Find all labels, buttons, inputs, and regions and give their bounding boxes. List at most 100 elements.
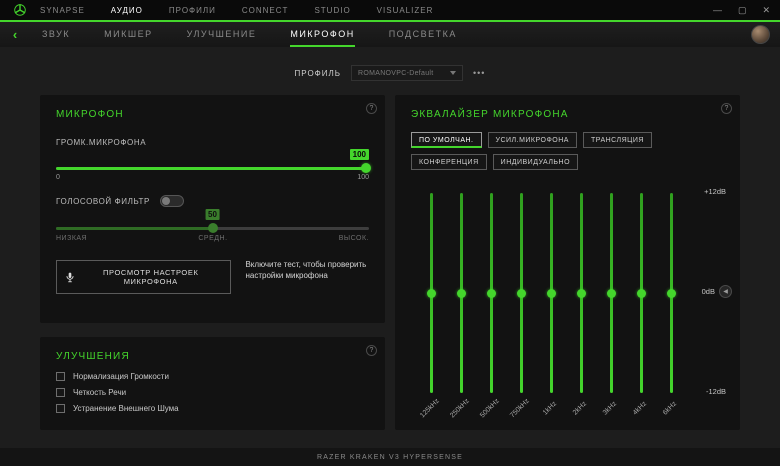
collapse-left-icon[interactable]: ◀ [719, 285, 732, 298]
eq-band-125hz[interactable]: 125kHz [417, 193, 445, 393]
eq-knob[interactable] [547, 289, 556, 298]
mic-test-hint: Включите тест, чтобы проверить настройки… [245, 260, 369, 282]
checkbox-label: Четкость Речи [73, 388, 126, 397]
checkbox-row-noise-cancellation[interactable]: Устранение Внешнего Шума [56, 404, 369, 413]
checkbox-label: Нормализация Громкости [73, 372, 169, 381]
mic-equalizer-panel: ЭКВАЛАЙЗЕР МИКРОФОНА ? ПО УМОЛЧАН. УСИЛ.… [395, 95, 740, 430]
filter-badge-row: 50 [56, 209, 369, 223]
menu-item-connect[interactable]: CONNECT [242, 6, 289, 15]
back-chevron-icon[interactable]: ‹ [0, 28, 30, 41]
eq-band-6khz[interactable]: 6kHz [657, 193, 685, 393]
menu-item-profiles[interactable]: ПРОФИЛИ [169, 6, 216, 15]
nav-tabs: ЗВУК МИКШЕР УЛУЧШЕНИЕ МИКРОФОН ПОДСВЕТКА [42, 22, 457, 47]
eq-knob[interactable] [607, 289, 616, 298]
tick-mid: СРЕДН. [198, 235, 227, 242]
mic-volume-badge-row: 100 [56, 149, 369, 163]
profile-more-button[interactable]: ••• [473, 68, 485, 78]
mic-volume-slider-fill [56, 167, 369, 170]
mic-volume-slider-knob[interactable] [361, 163, 371, 173]
menu-item-audio[interactable]: АУДИО [111, 6, 143, 15]
eq-knob[interactable] [517, 289, 526, 298]
tab-lighting[interactable]: ПОДСВЕТКА [389, 22, 457, 47]
window-controls: — ▢ ✕ [713, 0, 770, 20]
mic-volume-value-badge: 100 [350, 149, 369, 160]
tab-sound[interactable]: ЗВУК [42, 22, 70, 47]
tick-high: ВЫСОК. [339, 235, 369, 242]
preset-conference[interactable]: КОНФЕРЕНЦИЯ [411, 154, 487, 170]
eq-scale-plus12: +12dB [704, 187, 726, 196]
nav-tabbar: ‹ ЗВУК МИКШЕР УЛУЧШЕНИЕ МИКРОФОН ПОДСВЕТ… [0, 20, 780, 47]
eq-knob[interactable] [457, 289, 466, 298]
preset-broadcast[interactable]: ТРАНСЛЯЦИЯ [583, 132, 652, 148]
mic-test-button[interactable]: ПРОСМОТР НАСТРОЕК МИКРОФОНА [56, 260, 231, 294]
maximize-icon[interactable]: ▢ [738, 6, 747, 15]
checkbox-icon[interactable] [56, 404, 65, 413]
microphone-panel-title: МИКРОФОН [56, 109, 369, 120]
eq-band-750hz[interactable]: 750kHz [507, 193, 535, 393]
eq-knob[interactable] [427, 289, 436, 298]
checkbox-row-volume-normalization[interactable]: Нормализация Громкости [56, 372, 369, 381]
preset-mic-boost[interactable]: УСИЛ.МИКРОФОНА [488, 132, 577, 148]
razer-logo-icon[interactable] [0, 3, 40, 17]
microphone-icon [66, 272, 74, 283]
device-name: RAZER KRAKEN V3 HYPERSENSE [317, 454, 463, 461]
menu-item-synapse[interactable]: SYNAPSE [40, 6, 85, 15]
tab-microphone[interactable]: МИКРОФОН [290, 22, 354, 47]
profile-dropdown[interactable]: ROMANOVPC-Default [351, 65, 463, 81]
checkbox-row-vocal-clarity[interactable]: Четкость Речи [56, 388, 369, 397]
close-icon[interactable]: ✕ [762, 6, 770, 15]
eq-band-250hz[interactable]: 250kHz [447, 193, 475, 393]
eq-band-label: 4kHz [626, 394, 655, 423]
voice-filter-toggle[interactable] [160, 195, 184, 207]
eq-band-label: 250kHz [446, 394, 475, 423]
eq-scale-minus12: -12dB [706, 387, 726, 396]
voice-filter-slider[interactable] [56, 227, 369, 230]
preset-default[interactable]: ПО УМОЛЧАН. [411, 132, 482, 148]
help-icon[interactable]: ? [366, 345, 377, 356]
eq-band-2khz[interactable]: 2kHz [567, 193, 595, 393]
razer-synapse-window: SYNAPSE АУДИО ПРОФИЛИ CONNECT STUDIO VIS… [0, 0, 780, 466]
minimize-icon[interactable]: — [713, 6, 722, 15]
eq-band-label: 6kHz [656, 394, 685, 423]
mic-volume-max: 100 [357, 174, 369, 181]
enhancements-panel-title: УЛУЧШЕНИЯ [56, 351, 369, 362]
profile-row: ПРОФИЛЬ ROMANOVPC-Default ••• [0, 64, 780, 82]
eq-band-label: 125kHz [416, 394, 445, 423]
menu-item-studio[interactable]: STUDIO [314, 6, 350, 15]
mic-volume-slider[interactable] [56, 167, 369, 170]
voice-filter-toggle-knob [162, 197, 170, 205]
help-icon[interactable]: ? [366, 103, 377, 114]
checkbox-icon[interactable] [56, 372, 65, 381]
eq-band-1khz[interactable]: 1kHz [537, 193, 565, 393]
eq-knob[interactable] [667, 289, 676, 298]
eq-band-4khz[interactable]: 4kHz [627, 193, 655, 393]
user-avatar[interactable] [751, 25, 770, 44]
voice-filter-row: ГОЛОСОВОЙ ФИЛЬТР [56, 195, 369, 207]
device-statusbar: RAZER KRAKEN V3 HYPERSENSE [0, 448, 780, 466]
tab-mixer[interactable]: МИКШЕР [104, 22, 152, 47]
voice-filter-slider-fill [56, 227, 213, 230]
preset-custom[interactable]: ИНДИВИДУАЛЬНО [493, 154, 578, 170]
eq-scale-zero-row: 0dB ◀ [702, 285, 732, 298]
eq-band-3khz[interactable]: 3kHz [597, 193, 625, 393]
eq-panel-title: ЭКВАЛАЙЗЕР МИКРОФОНА [411, 109, 724, 120]
eq-band-label: 750kHz [506, 394, 535, 423]
help-icon[interactable]: ? [721, 103, 732, 114]
profile-selected-value: ROMANOVPC-Default [358, 70, 434, 77]
eq-band-label: 2kHz [566, 394, 595, 423]
tab-enhancement[interactable]: УЛУЧШЕНИЕ [187, 22, 257, 47]
eq-knob[interactable] [577, 289, 586, 298]
menu-item-visualizer[interactable]: VISUALIZER [377, 6, 434, 15]
mic-volume-label: ГРОМК.МИКРОФОНА [56, 138, 369, 147]
chevron-down-icon [450, 71, 456, 75]
checkbox-icon[interactable] [56, 388, 65, 397]
voice-filter-slider-knob[interactable] [208, 223, 218, 233]
voice-filter-label: ГОЛОСОВОЙ ФИЛЬТР [56, 197, 150, 206]
eq-band-label: 3kHz [596, 394, 625, 423]
profile-label: ПРОФИЛЬ [295, 69, 341, 78]
eq-knob[interactable] [637, 289, 646, 298]
microphone-panel: МИКРОФОН ? ГРОМК.МИКРОФОНА 100 0 100 ГОЛ… [40, 95, 385, 323]
eq-band-500hz[interactable]: 500kHz [477, 193, 505, 393]
eq-knob[interactable] [487, 289, 496, 298]
mic-volume-min: 0 [56, 174, 60, 181]
